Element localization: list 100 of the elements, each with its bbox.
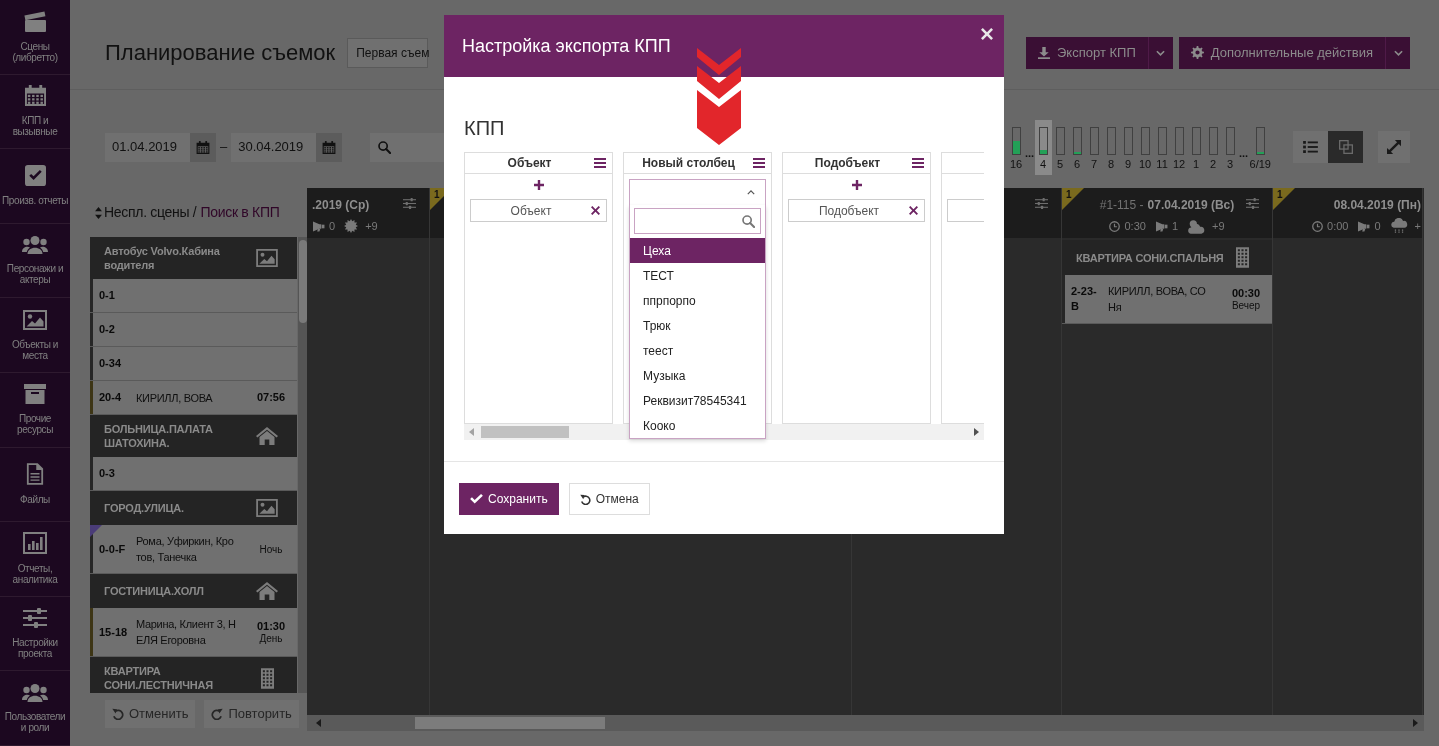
column-chip[interactable]: Объект [470, 199, 607, 222]
dropdown-toggle-button[interactable] [1147, 36, 1173, 69]
month-level-track [1089, 126, 1099, 155]
dropdown-option[interactable]: Цеха [630, 238, 765, 263]
sidebar-item[interactable]: Сцены (либретто) [0, 0, 70, 75]
scene-row[interactable]: 0-3 [90, 457, 297, 491]
location-title: БОЛЬНИЦА.ПАЛАТА ШАТОХИНА. [104, 422, 214, 450]
page-title: Планирование съемок [105, 38, 336, 67]
undo-icon [112, 708, 124, 720]
menu-icon[interactable] [753, 158, 765, 168]
download-icon [1038, 46, 1050, 59]
close-icon[interactable] [981, 28, 993, 40]
sidebar-item[interactable]: Персонажи и актеры [0, 223, 70, 299]
action-button[interactable]: Экспорт КПП [1026, 36, 1148, 69]
scene-row[interactable]: 2-23-В КИРИЛЛ, ВОВА, СОНя 00:30 Вечер [1062, 275, 1272, 324]
scrollbar-thumb[interactable] [481, 426, 569, 438]
dropdown-option[interactable]: Музыка [630, 363, 765, 388]
dropdown-option[interactable]: ТЕСТ [630, 263, 765, 288]
timeline-ellipsis: ... [1238, 146, 1249, 160]
scene-number: 20-4 [98, 390, 123, 405]
save-button[interactable]: Сохранить [459, 483, 559, 515]
sidebar-item[interactable]: КПП и вызывные [0, 74, 70, 150]
caret-down-icon [1156, 49, 1166, 56]
search-field[interactable] [370, 132, 446, 162]
dropdown-option[interactable]: теест [630, 338, 765, 363]
modal-title: Настройка экспорта КПП [462, 35, 671, 57]
sidebar-item[interactable]: Пользователи и роли [0, 671, 70, 746]
sidebar-item[interactable]: Файлы [0, 447, 70, 523]
location-title: Автобус Volvo.Кабина водителя [104, 244, 221, 272]
scene-cast: КИРИЛЛ, ВОВА, СОНя [1108, 284, 1207, 315]
day-number: #1-115 - [1099, 197, 1144, 214]
house-icon [256, 427, 278, 445]
fullscreen-button[interactable] [1378, 131, 1410, 163]
sliders-icon [23, 608, 47, 629]
dropdown-option[interactable]: ппрпорпо [630, 288, 765, 313]
scene-cast: Марина, Клиент 3, НЕЛЯ Егоровна [136, 617, 237, 648]
shoot-duration: 0:30 [1124, 219, 1146, 233]
menu-icon[interactable] [912, 158, 924, 168]
column-chip[interactable]: Подобъект [788, 199, 925, 222]
month-tab[interactable]: 4 [1034, 119, 1052, 175]
calendar-icon [196, 140, 210, 154]
plus-icon[interactable] [851, 180, 862, 190]
scene-daypart: Ночь [259, 543, 283, 555]
scene-number: 0-2 [98, 322, 116, 337]
sidebar-item[interactable]: Прочие ресурсы [0, 372, 70, 448]
calendar-button[interactable] [190, 132, 216, 162]
close-icon[interactable] [909, 206, 918, 215]
sidebar-item[interactable]: Отчеты, аналитика [0, 522, 70, 597]
view-toggle-button[interactable] [1293, 131, 1328, 163]
view-toggle-button[interactable] [1328, 131, 1363, 163]
scene-number: 2-23-В [1070, 284, 1098, 314]
scene-time: 00:30 [1231, 287, 1261, 300]
right-arrow-icon [974, 428, 979, 436]
dropdown-option[interactable]: Кооко [630, 413, 765, 438]
scrollbar-thumb[interactable] [298, 240, 307, 323]
scene-row[interactable]: 20-4 КИРИЛЛ, ВОВА 07:56 [90, 381, 297, 415]
sidebar-item[interactable]: Настройки проекта [0, 596, 70, 672]
megaphone-icon [1357, 220, 1371, 232]
scene-row[interactable]: 0-1 [90, 279, 297, 313]
calendar-button[interactable] [316, 132, 343, 162]
close-icon[interactable] [591, 206, 600, 215]
column-title: Объект [506, 155, 553, 172]
sidebar-item[interactable]: Произв. отчеты [0, 149, 70, 224]
action-button[interactable]: Дополнительные действия [1178, 36, 1385, 69]
document-icon [26, 463, 44, 486]
image-icon [256, 249, 278, 267]
cancel-button[interactable]: Отмена [568, 483, 650, 515]
search-field[interactable] [634, 208, 761, 234]
panel-title: Неспл. сцены / [104, 203, 197, 222]
date-field[interactable]: 30.04.2019 [231, 132, 317, 162]
sliders-icon[interactable] [1035, 198, 1048, 209]
sidebar-item[interactable]: Объекты и места [0, 298, 70, 373]
clock-icon [1109, 220, 1121, 232]
count-badge: 1 [1273, 188, 1295, 210]
date-field[interactable]: 01.04.2019 [105, 132, 190, 162]
scene-row[interactable]: 0-34 [90, 347, 297, 381]
caret-up-icon [747, 190, 755, 195]
scene-row[interactable]: 0-2 [90, 313, 297, 347]
scene-time: 01:30 [256, 620, 286, 633]
plus-icon[interactable] [533, 180, 544, 190]
menu-icon[interactable] [594, 158, 606, 168]
dropdown-option[interactable]: Реквизит78545341 [630, 388, 765, 413]
sun-icon [344, 219, 359, 233]
location-title: ГОРОД.УЛИЦА. [104, 501, 185, 515]
month-level-track [1191, 126, 1201, 155]
dropdown-option[interactable]: Трюк [630, 313, 765, 338]
triple-chevron-down-icon [697, 48, 741, 145]
scrollbar-thumb[interactable] [415, 717, 605, 729]
shoot-select[interactable]: Первая съем [347, 37, 429, 68]
sliders-icon[interactable] [403, 198, 416, 209]
sliders-icon[interactable] [1246, 198, 1259, 209]
location-title: КВАРТИРА СОНИ.СПАЛЬНЯ [1076, 250, 1225, 265]
search-link[interactable]: Поиск в КПП [200, 202, 280, 223]
users-icon [22, 683, 48, 702]
date-separator: – [219, 138, 229, 157]
undo-icon [579, 493, 591, 505]
scene-daypart: Вечер [1231, 300, 1261, 311]
section-title: КПП [464, 116, 506, 140]
column-title: Подобъект [813, 155, 882, 172]
dropdown-toggle-button[interactable] [1385, 36, 1410, 69]
